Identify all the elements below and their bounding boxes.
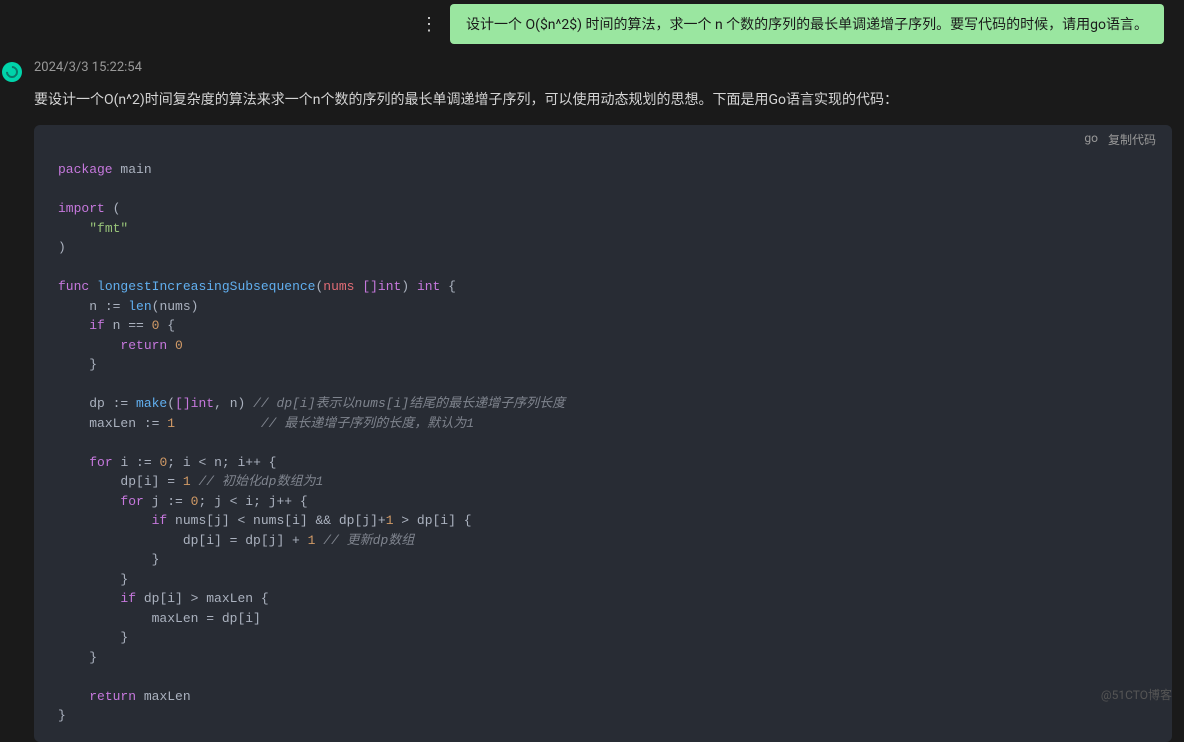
code-block: go 复制代码 package main import ( "fmt" ) fu… <box>34 125 1172 742</box>
timestamp: 2024/3/3 15:22:54 <box>34 60 1172 75</box>
copy-code-button[interactable]: 复制代码 <box>1108 131 1156 148</box>
user-message: 设计一个 O($n^2$) 时间的算法，求一个 n 个数的序列的最长单调递增子序… <box>450 4 1164 44</box>
code-content: package main import ( "fmt" ) func longe… <box>34 154 1172 742</box>
watermark: @51CTO博客 <box>1101 686 1172 703</box>
assistant-message: 2024/3/3 15:22:54 要设计一个O(n^2)时间复杂度的算法来求一… <box>0 52 1184 742</box>
avatar <box>2 62 22 82</box>
code-lang-label: go <box>1084 131 1098 148</box>
more-icon[interactable]: ⋮ <box>420 14 438 35</box>
assistant-description: 要设计一个O(n^2)时间复杂度的算法来求一个n个数的序列的最长单调递增子序列，… <box>34 89 1172 111</box>
